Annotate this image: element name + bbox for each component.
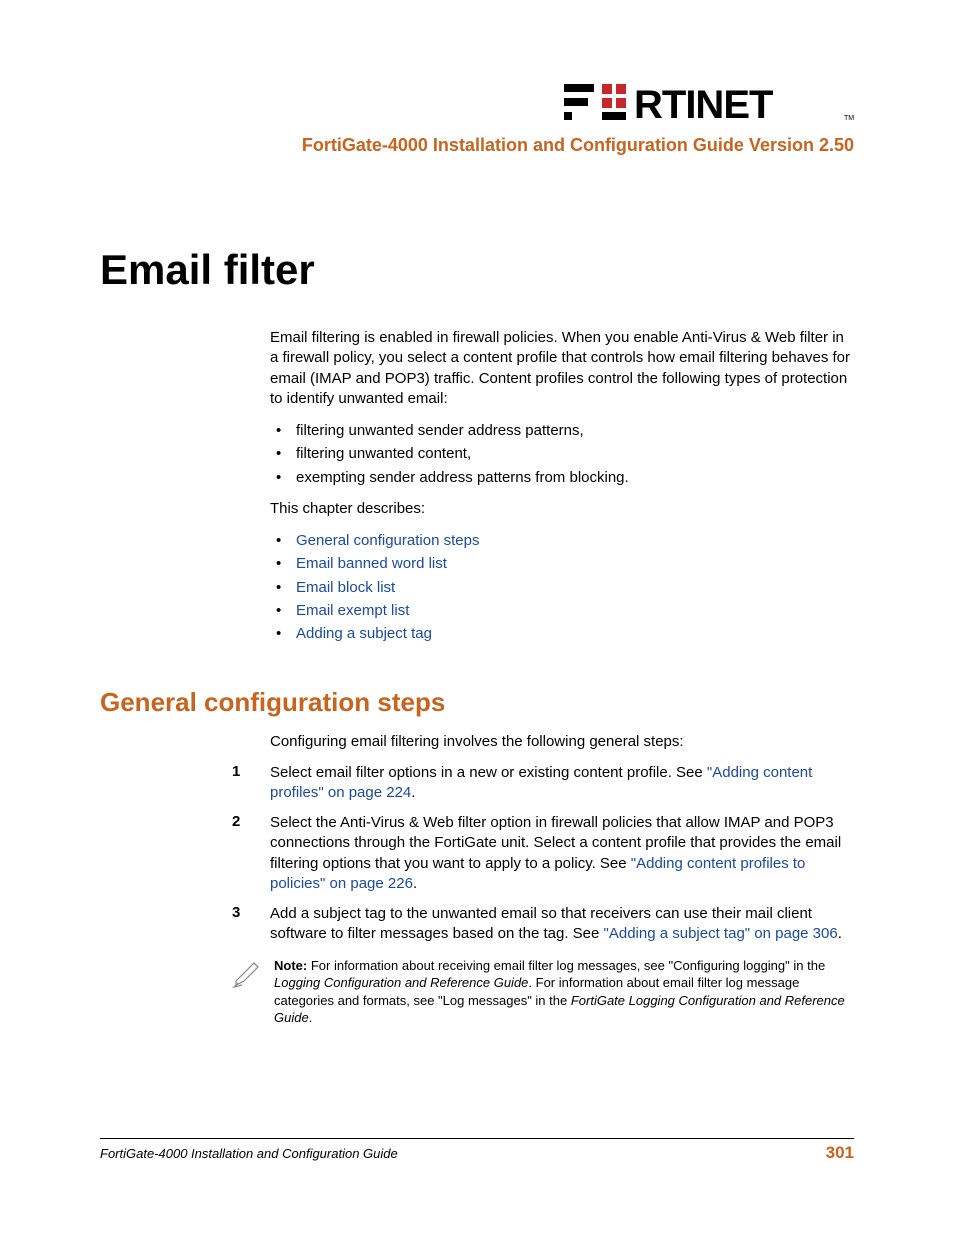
toc-link[interactable]: Email exempt list [296,602,409,619]
step-text-after: . [411,784,415,801]
step-text: Select the Anti-Virus & Web filter optio… [270,813,854,894]
list-item: filtering unwanted sender address patter… [270,419,854,442]
list-item: Email banned word list [270,552,854,575]
section-intro: Configuring email filtering involves the… [270,732,854,752]
fortinet-logo: RTINET TM [564,80,854,129]
list-item: Email block list [270,576,854,599]
step-text-before: Select email filter options in a new or … [270,764,707,781]
step-number: 3 [232,904,270,945]
step-text: Select email filter options in a new or … [270,763,854,804]
note-icon [232,957,266,1027]
section-heading: General configuration steps [100,687,854,718]
toc-link[interactable]: Adding a subject tag [296,625,432,642]
note-part: For information about receiving email fi… [311,958,825,973]
page-number: 301 [826,1143,854,1163]
intro-paragraph: Email filtering is enabled in firewall p… [270,328,854,409]
toc-link-list: General configuration steps Email banned… [270,529,854,645]
note-part: . [309,1010,313,1025]
note-block: Note: For information about receiving em… [232,957,854,1027]
step-number: 1 [232,763,270,804]
toc-link[interactable]: General configuration steps [296,532,479,549]
intro-bullet-list: filtering unwanted sender address patter… [270,419,854,489]
step-row: 2 Select the Anti-Virus & Web filter opt… [232,813,854,894]
step-text-after: . [413,875,417,892]
step-row: 1 Select email filter options in a new o… [232,763,854,804]
step-row: 3 Add a subject tag to the unwanted emai… [232,904,854,945]
list-item: filtering unwanted content, [270,442,854,465]
svg-text:TM: TM [844,115,854,122]
chapter-title: Email filter [100,246,854,294]
note-italic: Logging Configuration and Reference Guid… [274,975,528,990]
list-item: exempting sender address patterns from b… [270,466,854,489]
note-label: Note: [274,958,311,973]
toc-link[interactable]: Email banned word list [296,555,447,572]
list-item: Adding a subject tag [270,622,854,645]
step-number: 2 [232,813,270,894]
note-text: Note: For information about receiving em… [274,957,854,1027]
cross-ref-link[interactable]: "Adding a subject tag" on page 306 [604,925,838,942]
describes-label: This chapter describes: [270,499,854,519]
svg-text:RTINET: RTINET [634,83,773,124]
step-text-after: . [838,925,842,942]
logo-block: RTINET TM [100,80,854,129]
guide-subtitle: FortiGate-4000 Installation and Configur… [100,135,854,156]
footer-title: FortiGate-4000 Installation and Configur… [100,1146,398,1161]
list-item: Email exempt list [270,599,854,622]
step-text: Add a subject tag to the unwanted email … [270,904,854,945]
toc-link[interactable]: Email block list [296,579,395,596]
list-item: General configuration steps [270,529,854,552]
page-footer: FortiGate-4000 Installation and Configur… [100,1138,854,1163]
